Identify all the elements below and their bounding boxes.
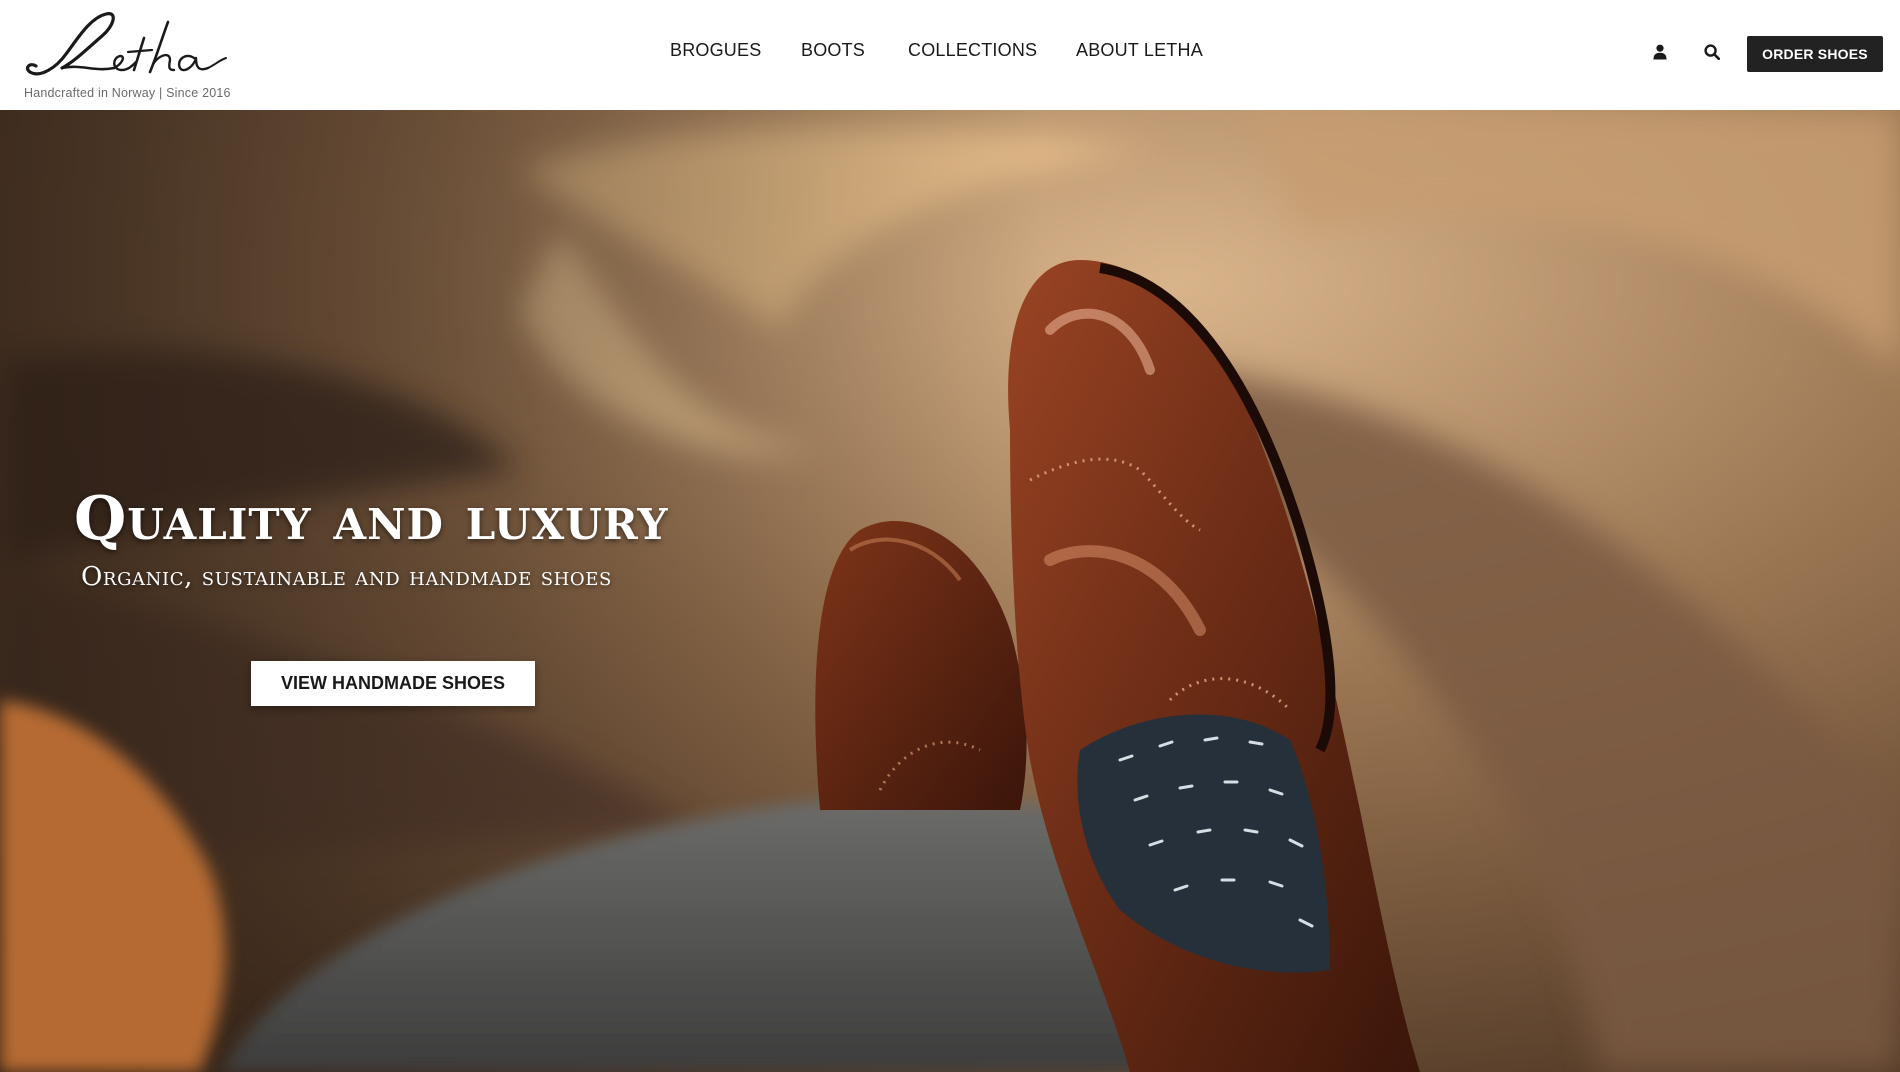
view-handmade-shoes-button[interactable]: VIEW HANDMADE SHOES bbox=[251, 661, 535, 706]
brand-logo[interactable]: Handcrafted in Norway | Since 2016 bbox=[22, 8, 262, 100]
hero-banner: Quality and luxury Organic, sustainable … bbox=[0, 110, 1900, 1072]
hero-subtitle: Organic, sustainable and handmade shoes bbox=[81, 562, 612, 592]
hero-title: Quality and luxury bbox=[74, 484, 669, 554]
nav-item-collections[interactable]: COLLECTIONS bbox=[908, 40, 1037, 61]
nav-item-about-letha[interactable]: ABOUT LETHA bbox=[1076, 40, 1203, 61]
site-header: Handcrafted in Norway | Since 2016 BROGU… bbox=[0, 0, 1900, 110]
brand-tagline: Handcrafted in Norway | Since 2016 bbox=[24, 86, 231, 100]
nav-item-boots[interactable]: BOOTS bbox=[801, 40, 865, 61]
logo-script-mark bbox=[25, 12, 227, 76]
search-icon bbox=[1704, 44, 1720, 60]
search-button[interactable] bbox=[1700, 40, 1724, 64]
nav-item-brogues[interactable]: BROGUES bbox=[670, 40, 761, 61]
order-shoes-button[interactable]: ORDER SHOES bbox=[1747, 36, 1883, 72]
account-button[interactable] bbox=[1648, 40, 1672, 64]
user-icon bbox=[1653, 44, 1667, 60]
